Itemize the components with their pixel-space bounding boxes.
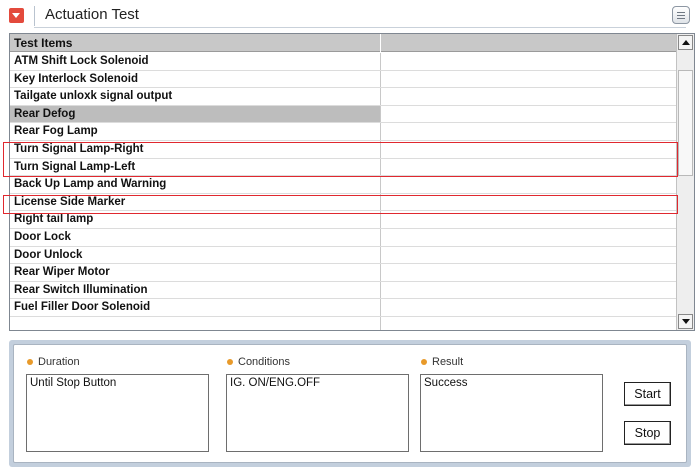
table-row[interactable]: Rear Fog Lamp [10,123,676,141]
test-item-value [381,299,676,316]
test-item-value [381,282,676,299]
test-item-name: Tailgate unloxk signal output [10,88,381,105]
test-item-name: Rear Wiper Motor [10,264,381,281]
table-row[interactable]: Rear Defog [10,105,676,124]
start-button[interactable]: Start [624,382,671,406]
bullet-icon [227,359,233,365]
table-row[interactable]: Key Interlock Solenoid [10,70,676,89]
bullet-icon [27,359,33,365]
test-item-value [381,264,676,281]
vertical-scrollbar[interactable] [676,34,694,330]
conditions-field[interactable]: IG. ON/ENG.OFF [226,374,409,452]
test-item-value [381,71,676,88]
duration-field[interactable]: Until Stop Button [26,374,209,452]
test-item-name: Rear Defog [10,105,381,123]
test-item-name: Key Interlock Solenoid [10,70,381,88]
table-body: ATM Shift Lock Solenoid Key Interlock Sol… [10,53,676,330]
conditions-label-text: Conditions [238,356,290,368]
highlight-box-turn-signals [3,142,678,177]
test-item-value [381,123,676,140]
duration-label: Duration [26,355,80,369]
test-item-value [381,106,676,123]
collapse-icon[interactable] [9,8,24,23]
highlight-box-license-marker [3,195,678,214]
table-row[interactable]: Tailgate unloxk signal output [10,88,676,106]
scroll-thumb[interactable] [678,70,693,176]
table-row[interactable]: Rear Wiper Motor [10,264,676,282]
test-item-name [10,316,381,330]
table-header: Test Items [10,34,676,52]
test-item-value [381,229,676,246]
menu-icon[interactable] [672,6,690,24]
column-header-value[interactable] [381,34,676,52]
test-item-name: Back Up Lamp and Warning [10,176,381,193]
test-item-name: ATM Shift Lock Solenoid [10,53,381,70]
conditions-group: Conditions IG. ON/ENG.OFF [226,355,409,452]
test-item-value [381,53,676,70]
test-item-value [381,317,676,330]
test-item-value [381,176,676,193]
details-panel-inner: Duration Until Stop Button Conditions IG… [13,344,687,463]
test-item-name: Door Lock [10,228,381,246]
title-separator [34,6,35,26]
test-item-name: Fuel Filler Door Solenoid [10,299,381,316]
duration-group: Duration Until Stop Button [26,355,209,452]
table-row[interactable]: Fuel Filler Door Solenoid [10,299,676,317]
bullet-icon [421,359,427,365]
result-group: Result Success [420,355,603,452]
test-item-name: Rear Switch Illumination [10,281,381,299]
table-row[interactable]: Rear Switch Illumination [10,281,676,300]
test-item-value [381,88,676,105]
table-row[interactable]: Door Unlock [10,246,676,265]
result-label-text: Result [432,356,464,368]
test-items-table: Test Items ATM Shift Lock Solenoid Key In… [9,33,695,331]
scroll-down-icon[interactable] [678,314,693,329]
test-item-value [381,247,676,264]
title-bar: Actuation Test [0,0,700,31]
table-row[interactable]: Back Up Lamp and Warning [10,176,676,194]
details-panel: Duration Until Stop Button Conditions IG… [9,340,691,467]
page-title: Actuation Test [45,6,139,23]
table-row[interactable]: Door Lock [10,228,676,247]
test-item-name: Door Unlock [10,246,381,264]
test-item-name: Rear Fog Lamp [10,123,381,140]
result-field[interactable]: Success [420,374,603,452]
conditions-label: Conditions [226,355,290,369]
scroll-up-icon[interactable] [678,35,693,50]
table-row[interactable]: ATM Shift Lock Solenoid [10,53,676,71]
result-label: Result [420,355,463,369]
stop-button[interactable]: Stop [624,421,671,445]
column-header-test-items[interactable]: Test Items [10,34,381,52]
table-row[interactable] [10,316,676,330]
title-underline [34,27,686,28]
duration-label-text: Duration [38,356,80,368]
